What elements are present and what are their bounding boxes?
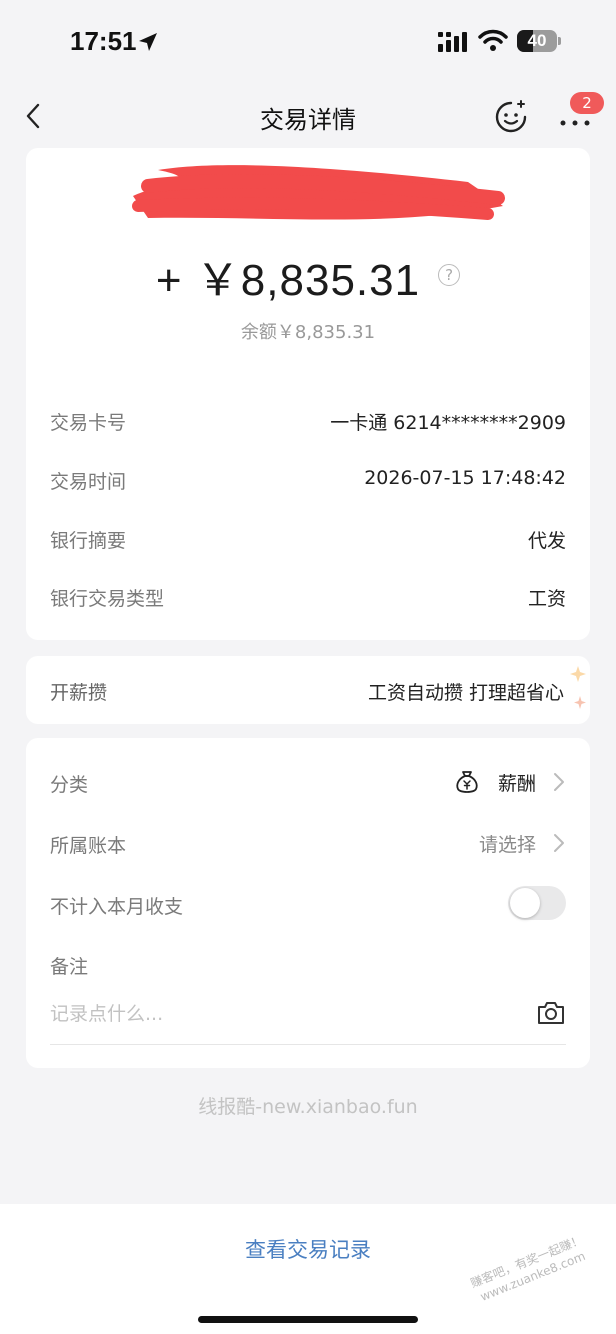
battery-level: 40 [527,31,547,50]
home-indicator [198,1316,418,1323]
sparkle-icon [570,666,586,709]
robot-icon[interactable] [494,100,528,134]
signal-icon [438,32,467,52]
chevron-right-icon [554,834,564,852]
transaction-settings-card: 分类 薪酬 所属账本 请选择 不计入本月收支 备注 [26,738,590,1068]
balance-text: 余额￥8,835.31 [240,322,376,343]
watermark-text: 线报酷-new.xianbao.fun [198,1096,418,1118]
money-bag-icon [456,771,478,793]
note-underline [50,1044,566,1045]
ledger-label: 所属账本 [50,835,127,857]
battery-icon: 40 [517,30,561,52]
status-bar: 17:51 40 [0,0,616,84]
chevron-right-icon [554,773,564,791]
bottom-bar: 查看交易记录 赚客吧，有奖一起赚！ www.zuanke8.com [0,1204,616,1334]
info-label: 银行交易类型 [50,588,165,610]
ledger-row[interactable]: 所属账本 请选择 [50,821,566,865]
category-value: 薪酬 [497,772,536,795]
category-row[interactable]: 分类 薪酬 [50,760,566,804]
amount-row: + ￥8,835.31? [26,244,590,308]
info-label: 银行摘要 [50,530,127,552]
transaction-summary-card: + ￥8,835.31? 余额￥8,835.31 交易卡号 一卡通 6214**… [26,148,590,640]
help-icon[interactable]: ? [438,264,461,287]
ledger-value: 请选择 [478,833,536,856]
info-row-bank-summary: 银行摘要 代发 [50,520,566,556]
salary-promo-card[interactable]: 开薪攒 工资自动攒 打理超省心 [26,656,590,724]
nav-bar: 交易详情 [0,88,616,144]
exclude-toggle[interactable] [508,886,566,920]
info-value: 2026-07-15 17:48:42 [364,467,566,489]
notification-badge: 2 [570,92,604,114]
info-label: 交易卡号 [50,412,127,434]
toggle-knob [510,888,540,918]
note-label: 备注 [50,956,89,978]
camera-icon[interactable] [536,1000,566,1026]
info-row-card-number: 交易卡号 一卡通 6214********2909 [50,402,566,438]
redaction-scribble [132,165,505,220]
info-value: 代发 [527,530,566,552]
info-value: 工资 [527,588,566,610]
info-row-time: 交易时间 2026-07-15 17:48:42 [50,461,566,497]
note-input[interactable] [50,994,520,1034]
transaction-amount: + ￥8,835.31 [155,256,421,305]
info-row-transaction-type: 银行交易类型 工资 [50,578,566,614]
more-icon [560,120,590,126]
info-label: 交易时间 [50,471,127,493]
info-value: 一卡通 6214********2909 [330,412,566,434]
note-label-row: 备注 [50,942,566,986]
salary-label: 开薪攒 [50,682,108,704]
status-time: 17:51 [70,26,137,56]
location-arrow-icon [139,33,157,51]
wifi-icon [478,29,508,51]
salary-promo-text: 工资自动攒 打理超省心 [367,682,564,704]
category-label: 分类 [50,774,89,796]
exclude-label: 不计入本月收支 [50,896,184,918]
exclude-monthly-row: 不计入本月收支 [50,882,566,926]
